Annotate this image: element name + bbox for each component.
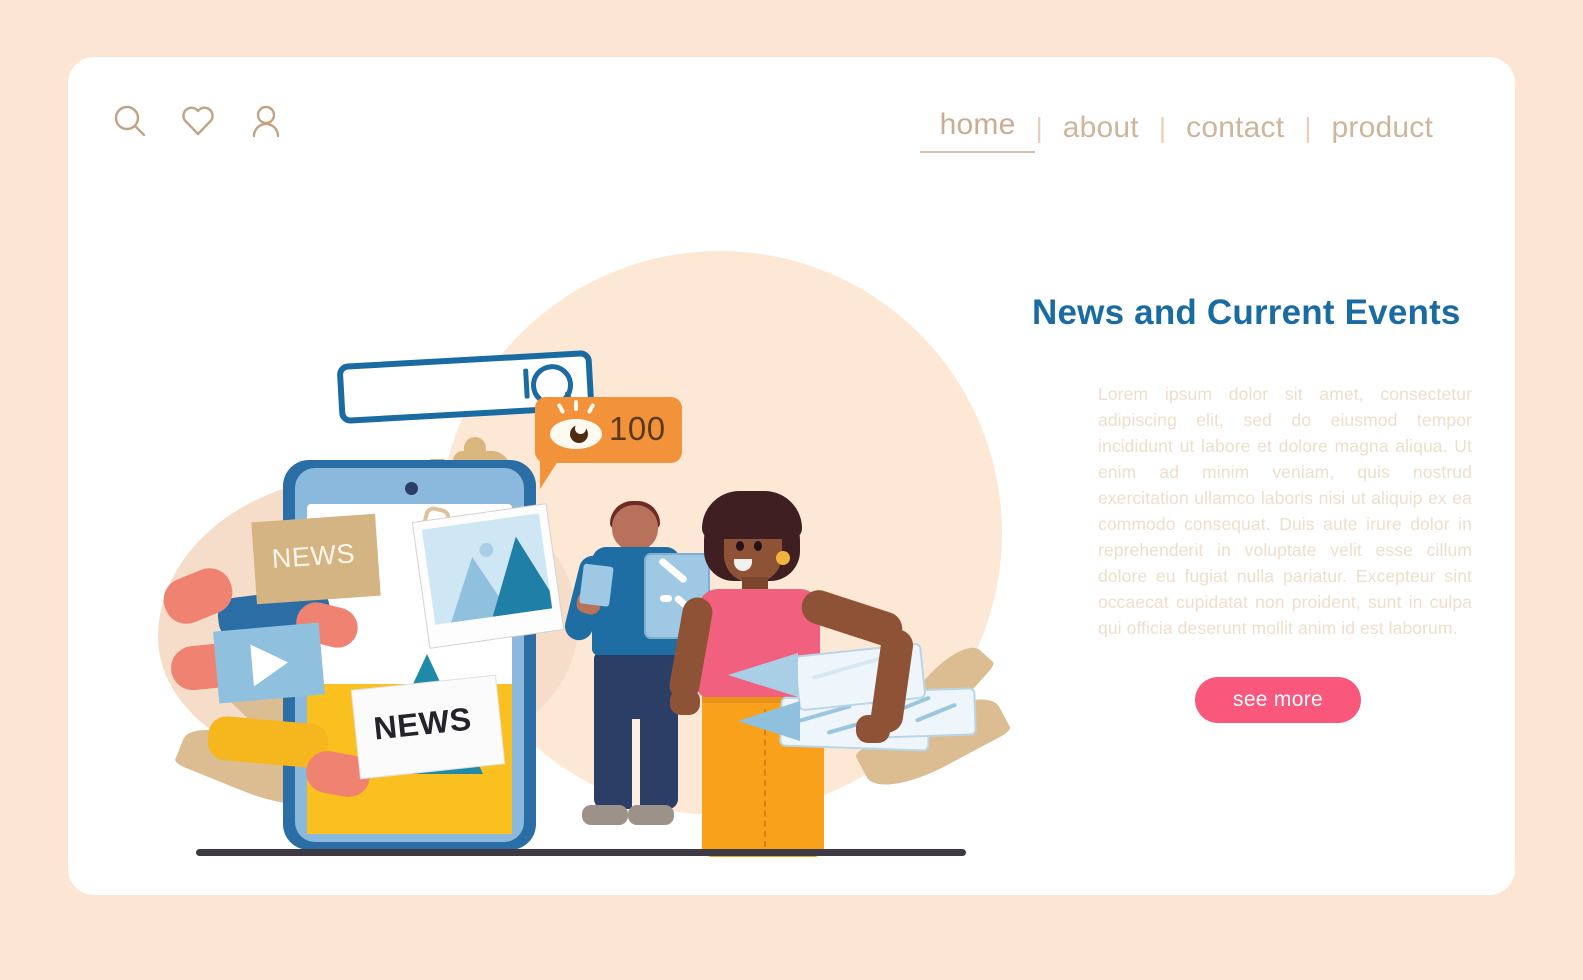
megaphone-cone bbox=[738, 701, 800, 741]
photo-card bbox=[412, 504, 564, 648]
ground-line bbox=[196, 849, 966, 856]
image-icon bbox=[421, 513, 553, 625]
woman-right-hand bbox=[856, 715, 890, 743]
nav-item-about[interactable]: about bbox=[1043, 106, 1159, 150]
news-paper: NEWS bbox=[351, 675, 505, 779]
nav-separator: | bbox=[1035, 112, 1043, 143]
nav-item-contact[interactable]: contact bbox=[1166, 106, 1304, 150]
text-cursor bbox=[523, 368, 530, 399]
megaphone-icon bbox=[728, 653, 818, 749]
user-icon[interactable] bbox=[248, 103, 284, 139]
paper-stripe bbox=[811, 656, 881, 680]
man-shoe bbox=[582, 805, 628, 825]
hero-illustration: 100 NEWS NEWS bbox=[68, 175, 1028, 895]
main-navigation[interactable]: home | about | contact | product bbox=[919, 103, 1453, 153]
woman-left-hand bbox=[670, 689, 700, 715]
woman-hair-top bbox=[702, 491, 802, 539]
man-head bbox=[612, 505, 658, 551]
nav-item-home[interactable]: home bbox=[919, 103, 1036, 153]
eye-lash bbox=[574, 400, 578, 411]
news-card-tan: NEWS bbox=[251, 513, 381, 605]
woman-eye bbox=[754, 541, 762, 551]
hero-text-column: News and Current Events Lorem ipsum dolo… bbox=[1032, 293, 1472, 723]
nav-separator: | bbox=[1158, 112, 1167, 143]
paper-stripe bbox=[914, 702, 958, 723]
tablet-glare bbox=[660, 595, 672, 602]
phone-camera bbox=[405, 482, 418, 495]
landing-page: home | about | contact | product 100 NEW… bbox=[0, 0, 1583, 980]
see-more-button[interactable]: see more bbox=[1195, 677, 1361, 723]
header-icon-bar bbox=[112, 103, 284, 139]
heart-icon[interactable] bbox=[180, 103, 216, 139]
news-paper-label: NEWS bbox=[371, 700, 474, 747]
man-shoe bbox=[628, 805, 674, 825]
woman-eye bbox=[736, 541, 744, 551]
search-icon[interactable] bbox=[112, 103, 148, 139]
nav-separator: | bbox=[1304, 112, 1312, 143]
man-leg-gap bbox=[632, 719, 640, 811]
video-card bbox=[213, 622, 325, 704]
man-held-card bbox=[579, 563, 614, 607]
view-count: 100 bbox=[609, 410, 666, 447]
eye-lash bbox=[586, 402, 596, 415]
character-woman-with-newspapers bbox=[667, 491, 977, 857]
badge-tail bbox=[540, 461, 558, 489]
megaphone-cone bbox=[728, 653, 798, 697]
body-paragraph: Lorem ipsum dolor sit amet, consectetur … bbox=[1098, 384, 1472, 638]
nav-item-product[interactable]: product bbox=[1312, 106, 1453, 150]
news-card-label: NEWS bbox=[270, 538, 357, 575]
eye-lash bbox=[556, 402, 566, 415]
eye-icon bbox=[550, 419, 602, 449]
mountain-shape bbox=[482, 532, 553, 617]
views-badge: 100 bbox=[535, 397, 682, 463]
woman-earring bbox=[776, 551, 790, 565]
content-card: home | about | contact | product 100 NEW… bbox=[68, 57, 1515, 895]
eye-pupil bbox=[570, 423, 588, 443]
play-icon bbox=[250, 641, 290, 687]
page-title: News and Current Events bbox=[1032, 293, 1461, 332]
